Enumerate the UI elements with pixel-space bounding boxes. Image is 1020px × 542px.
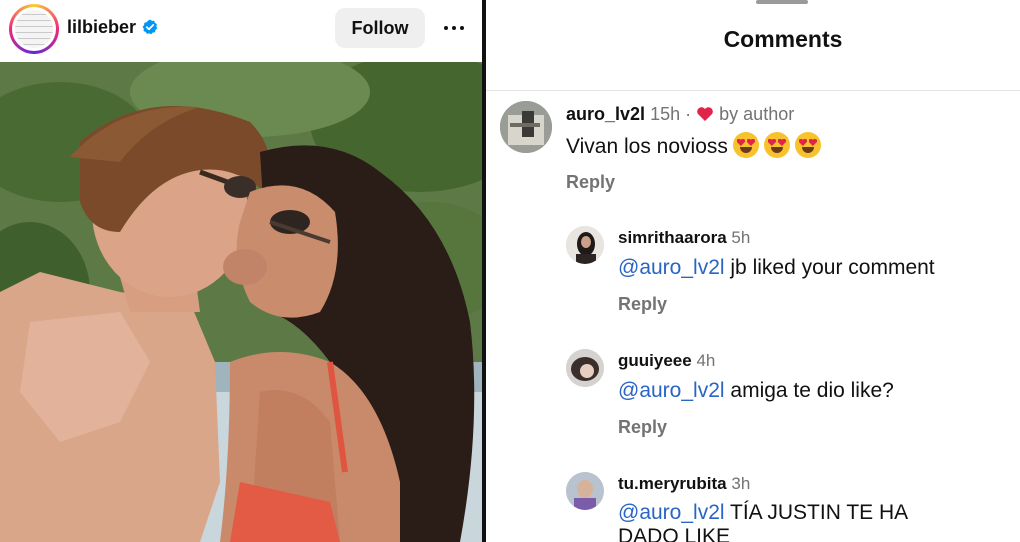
comment-username[interactable]: guuiyeee — [618, 351, 692, 370]
liked-by-author-label: by author — [719, 104, 795, 124]
commenter-avatar[interactable] — [500, 101, 552, 153]
sheet-drag-handle[interactable] — [756, 0, 808, 4]
comment-username[interactable]: simrithaarora — [618, 228, 727, 247]
comment-time: 15h — [650, 104, 681, 124]
verified-badge-icon — [142, 19, 158, 35]
commenter-avatar[interactable] — [566, 226, 604, 264]
reply-item: simrithaarora 5h @auro_lv2l jb liked you… — [486, 222, 1020, 322]
commenter-avatar[interactable] — [566, 472, 604, 510]
comment-text: Vivan los novioss — [566, 132, 821, 159]
comment-username[interactable]: tu.meryrubita — [618, 474, 727, 493]
follow-button[interactable]: Follow — [335, 8, 425, 48]
comment-time: 4h — [696, 351, 716, 370]
photo-illustration — [0, 62, 482, 542]
reply-button[interactable]: Reply — [566, 172, 615, 193]
header-divider — [486, 90, 1020, 91]
comment-username-line: auro_lv2l 15h · by author — [566, 104, 795, 124]
comment-text: @auro_lv2l jb liked your comment — [618, 256, 935, 279]
reply-item: guuiyeee 4h @auro_lv2l amiga te dio like… — [486, 345, 1020, 445]
post-photo[interactable] — [0, 62, 482, 542]
mention-link[interactable]: @auro_lv2l — [618, 379, 725, 402]
comments-title: Comments — [723, 26, 843, 52]
comment-time: 3h — [731, 474, 751, 493]
more-options-icon[interactable] — [436, 10, 472, 46]
mention-link[interactable]: @auro_lv2l — [618, 501, 725, 524]
comment-username[interactable]: auro_lv2l — [566, 104, 645, 124]
comment-item: auro_lv2l 15h · by author Vivan los novi… — [486, 98, 1020, 198]
comment-text: @auro_lv2l amiga te dio like? — [618, 379, 894, 402]
comments-sheet: Comments auro_lv2l 15h · by author Vivan… — [486, 0, 1020, 542]
profile-avatar[interactable] — [9, 4, 59, 54]
comment-time: 5h — [731, 228, 751, 247]
post-header: lilbieber Follow — [0, 0, 482, 62]
post-panel: lilbieber Follow — [0, 0, 482, 542]
reply-item: tu.meryrubita 3h @auro_lv2l TÍA JUSTIN T… — [486, 468, 1020, 542]
comment-username-line: tu.meryrubita 3h — [618, 474, 750, 494]
heart-eyes-emoji-icon — [732, 132, 759, 158]
comment-username-line: guuiyeee 4h — [618, 351, 715, 371]
reply-button[interactable]: Reply — [618, 417, 667, 438]
avatar-image — [15, 10, 53, 48]
author-heart-icon — [697, 107, 713, 121]
heart-eyes-emoji-icon — [763, 132, 790, 158]
comment-username-line: simrithaarora 5h — [618, 228, 750, 248]
commenter-avatar[interactable] — [566, 349, 604, 387]
reply-button[interactable]: Reply — [618, 294, 667, 315]
mention-link[interactable]: @auro_lv2l — [618, 256, 725, 279]
post-username[interactable]: lilbieber — [67, 17, 136, 38]
comment-text: @auro_lv2l TÍA JUSTIN TE HA DADO LIKE — [618, 501, 909, 542]
heart-eyes-emoji-icon — [794, 132, 821, 158]
